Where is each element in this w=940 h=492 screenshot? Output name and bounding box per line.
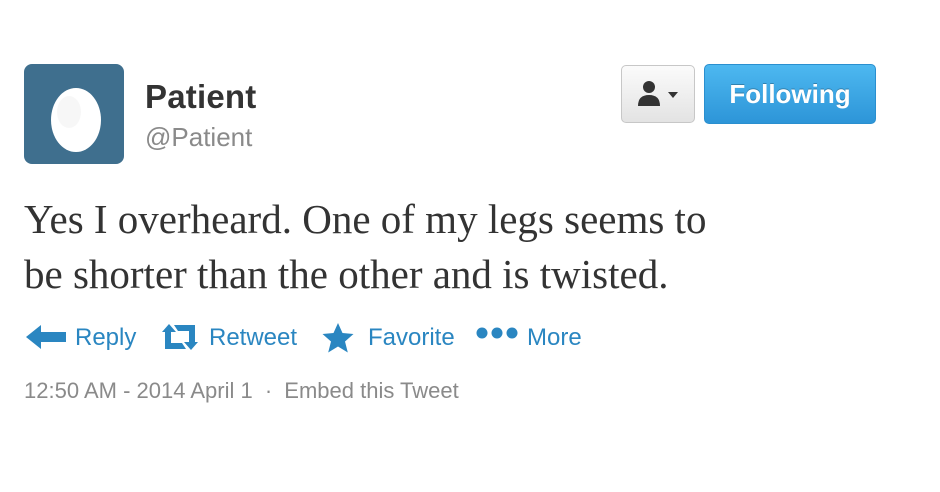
- reply-button[interactable]: Reply: [24, 316, 139, 360]
- retweet-icon: [162, 324, 198, 350]
- display-name[interactable]: Patient: [145, 78, 256, 116]
- screen-name[interactable]: @Patient: [145, 122, 252, 153]
- tweet-text-line-2: be shorter than the other and is twisted…: [24, 251, 669, 297]
- retweet-label: Retweet: [209, 324, 298, 351]
- reply-icon: [26, 325, 66, 349]
- user-dropdown-icon: [638, 81, 678, 106]
- tweet-text: Yes I overheard. One of my legs seems to…: [24, 192, 904, 302]
- reply-label: Reply: [75, 324, 137, 351]
- meta-separator: ·: [264, 378, 273, 403]
- following-button[interactable]: Following: [704, 64, 876, 124]
- more-dots-icon: [476, 327, 518, 339]
- egg-icon: [51, 88, 101, 152]
- avatar[interactable]: [24, 64, 124, 164]
- tweet-text-line-1: Yes I overheard. One of my legs seems to: [24, 196, 707, 242]
- tweet-meta: 12:50 AM - 2014 April 1 · Embed this Twe…: [24, 378, 459, 404]
- more-label: More: [527, 324, 582, 351]
- embed-tweet-link[interactable]: Embed this Tweet: [284, 378, 458, 404]
- retweet-button[interactable]: Retweet: [160, 316, 300, 360]
- more-button[interactable]: More: [476, 316, 586, 360]
- star-icon: [322, 323, 354, 353]
- favorite-button[interactable]: Favorite: [321, 316, 461, 360]
- timestamp[interactable]: 12:50 AM - 2014 April 1: [24, 378, 253, 404]
- tweet-card: Patient @Patient Following Yes I overhea…: [0, 0, 940, 492]
- favorite-label: Favorite: [368, 324, 455, 351]
- user-dropdown-button[interactable]: [621, 65, 695, 123]
